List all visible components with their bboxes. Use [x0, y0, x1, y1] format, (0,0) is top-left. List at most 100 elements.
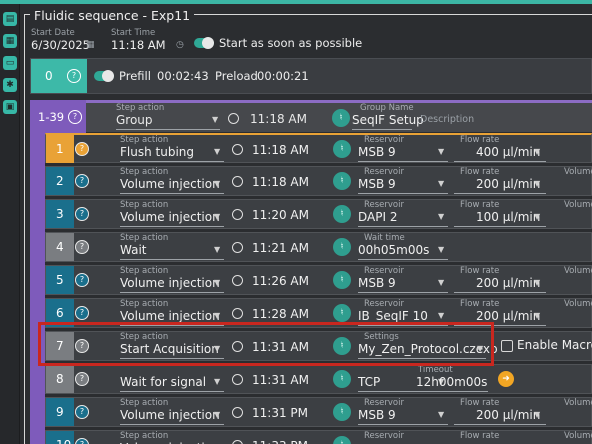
param3-label: Volume: [564, 167, 592, 177]
chevron-down-icon[interactable]: ▼: [534, 410, 540, 419]
param2-field[interactable]: 400 µl/min: [476, 145, 540, 159]
chevron-down-icon[interactable]: ▼: [214, 410, 220, 419]
step-number: 1: [46, 135, 74, 163]
bell-off-icon[interactable]: ♮: [333, 172, 351, 190]
param1-field[interactable]: MSB 9: [358, 145, 396, 159]
param2-field[interactable]: 100 µl/min: [476, 210, 540, 224]
bell-off-icon[interactable]: ♮: [333, 403, 351, 421]
param2-label: Flow rate: [460, 398, 500, 408]
bell-off-icon[interactable]: ♮: [333, 140, 351, 158]
param2-underline: [454, 161, 546, 162]
folder-network-icon[interactable]: ▣: [3, 100, 17, 114]
chevron-down-icon[interactable]: ▼: [438, 245, 444, 254]
chevron-down-icon[interactable]: ▼: [438, 410, 444, 419]
chevron-down-icon[interactable]: ▼: [438, 212, 444, 221]
asap-toggle[interactable]: [194, 37, 214, 49]
chevron-down-icon[interactable]: ▼: [214, 147, 220, 156]
chevron-down-icon[interactable]: ▼: [438, 278, 444, 287]
chevron-down-icon[interactable]: ▼: [438, 147, 444, 156]
chevron-down-icon[interactable]: ▼: [214, 212, 220, 221]
step-action-select[interactable]: Wait for signal: [120, 375, 206, 389]
chevron-down-icon[interactable]: ▼: [534, 212, 540, 221]
clock-icon: [228, 113, 239, 124]
step-action-select[interactable]: Volume injection: [120, 408, 220, 422]
bell-off-icon[interactable]: ♮: [332, 109, 350, 127]
group-range: 1-39: [38, 110, 65, 124]
chevron-down-icon[interactable]: ▼: [214, 377, 220, 386]
param2-field[interactable]: 200 µl/min: [476, 177, 540, 191]
help-icon[interactable]: ?: [75, 174, 89, 188]
description-field[interactable]: Description: [420, 114, 474, 125]
param1-field[interactable]: MSB 9: [358, 177, 396, 191]
param1-label: Reservoir: [364, 167, 404, 177]
step-action-select[interactable]: Volume injection: [120, 177, 220, 191]
chevron-down-icon[interactable]: ▼: [534, 147, 540, 156]
enable-macro-checkbox[interactable]: [501, 340, 513, 352]
timeout-field[interactable]: 12h00m00s: [416, 375, 487, 389]
start-time-field[interactable]: 11:18 AM: [111, 38, 166, 52]
help-icon[interactable]: ?: [75, 207, 89, 221]
prefill-row: 0 ? Prefill 00:02:43 Preload 00:00:21: [30, 58, 592, 94]
help-icon[interactable]: ?: [75, 240, 89, 254]
step-action-select[interactable]: Flush tubing: [120, 145, 194, 159]
chevron-down-icon[interactable]: ▼: [214, 311, 220, 320]
folder-icon[interactable]: ▭: [3, 56, 17, 70]
file-icon[interactable]: ▤: [3, 12, 17, 26]
bell-off-icon[interactable]: ♮: [333, 271, 351, 289]
step-action-select[interactable]: Volume injection: [120, 276, 220, 290]
param2-field[interactable]: 200 µl/min: [476, 309, 540, 323]
help-icon[interactable]: ?: [68, 110, 82, 124]
step-action-underline: [120, 292, 224, 293]
help-icon[interactable]: ?: [67, 69, 81, 83]
param2-label: Flow rate: [460, 431, 500, 441]
param2-field[interactable]: 200 µl/min: [476, 276, 540, 290]
prefill-toggle[interactable]: [94, 70, 114, 82]
calendar-icon[interactable]: ▦: [3, 34, 17, 48]
help-icon[interactable]: ?: [75, 372, 89, 386]
param1-field[interactable]: TCP: [358, 375, 380, 389]
bell-off-icon[interactable]: ♮: [333, 304, 351, 322]
step-action-select[interactable]: Volume injection: [120, 210, 220, 224]
chevron-down-icon[interactable]: ▼: [534, 278, 540, 287]
param1-field[interactable]: 00h05m00s: [358, 243, 429, 257]
help-icon[interactable]: ?: [75, 438, 89, 444]
help-icon[interactable]: ?: [75, 306, 89, 320]
param1-label: Reservoir: [364, 299, 404, 309]
clock-icon: [232, 144, 243, 155]
calendar-icon[interactable]: ▦: [86, 40, 95, 50]
bell-off-icon[interactable]: ♮: [333, 436, 351, 444]
group-action-select[interactable]: Group: [116, 113, 153, 127]
step-action-select[interactable]: Volume injection: [120, 309, 220, 323]
step-row-1: 1 ? Step action Flush tubing ▼ 11:18 AM …: [45, 133, 592, 163]
chevron-down-icon[interactable]: ▼: [212, 115, 218, 124]
help-icon[interactable]: ?: [75, 405, 89, 419]
param1-field[interactable]: MSB 9: [358, 276, 396, 290]
param1-field[interactable]: DAPI 2: [358, 210, 397, 224]
chevron-down-icon[interactable]: ▼: [438, 179, 444, 188]
step-time: 11:18 AM: [252, 175, 309, 189]
param1-field[interactable]: IB_SeqIF 10: [358, 309, 428, 323]
bell-off-icon[interactable]: ♮: [333, 238, 351, 256]
param1-field[interactable]: MSB 9: [358, 408, 396, 422]
top-accent-bar: [0, 0, 592, 4]
arrow-right-icon[interactable]: ➜: [498, 371, 514, 387]
bell-off-icon[interactable]: ♮: [333, 370, 351, 388]
step-number: 5: [46, 266, 74, 294]
gear-icon[interactable]: ✱: [3, 78, 17, 92]
group-name-field[interactable]: SeqIF Setup: [352, 113, 424, 127]
chevron-down-icon[interactable]: ▼: [214, 278, 220, 287]
step-action-select[interactable]: Wait: [120, 243, 147, 257]
chevron-down-icon[interactable]: ▼: [534, 311, 540, 320]
help-icon[interactable]: ?: [75, 142, 89, 156]
param3-label: Volume: [564, 200, 592, 210]
param2-field[interactable]: 200 µl/min: [476, 408, 540, 422]
help-icon[interactable]: ?: [75, 273, 89, 287]
chevron-down-icon[interactable]: ▼: [214, 179, 220, 188]
chevron-down-icon[interactable]: ▼: [534, 179, 540, 188]
step-time: 11:21 AM: [252, 241, 309, 255]
start-date-field[interactable]: 6/30/2025: [31, 38, 90, 52]
bell-off-icon[interactable]: ♮: [333, 205, 351, 223]
chevron-down-icon[interactable]: ▼: [438, 311, 444, 320]
chevron-down-icon[interactable]: ▼: [214, 245, 220, 254]
group-range-block: 1-39 ?: [30, 100, 86, 135]
